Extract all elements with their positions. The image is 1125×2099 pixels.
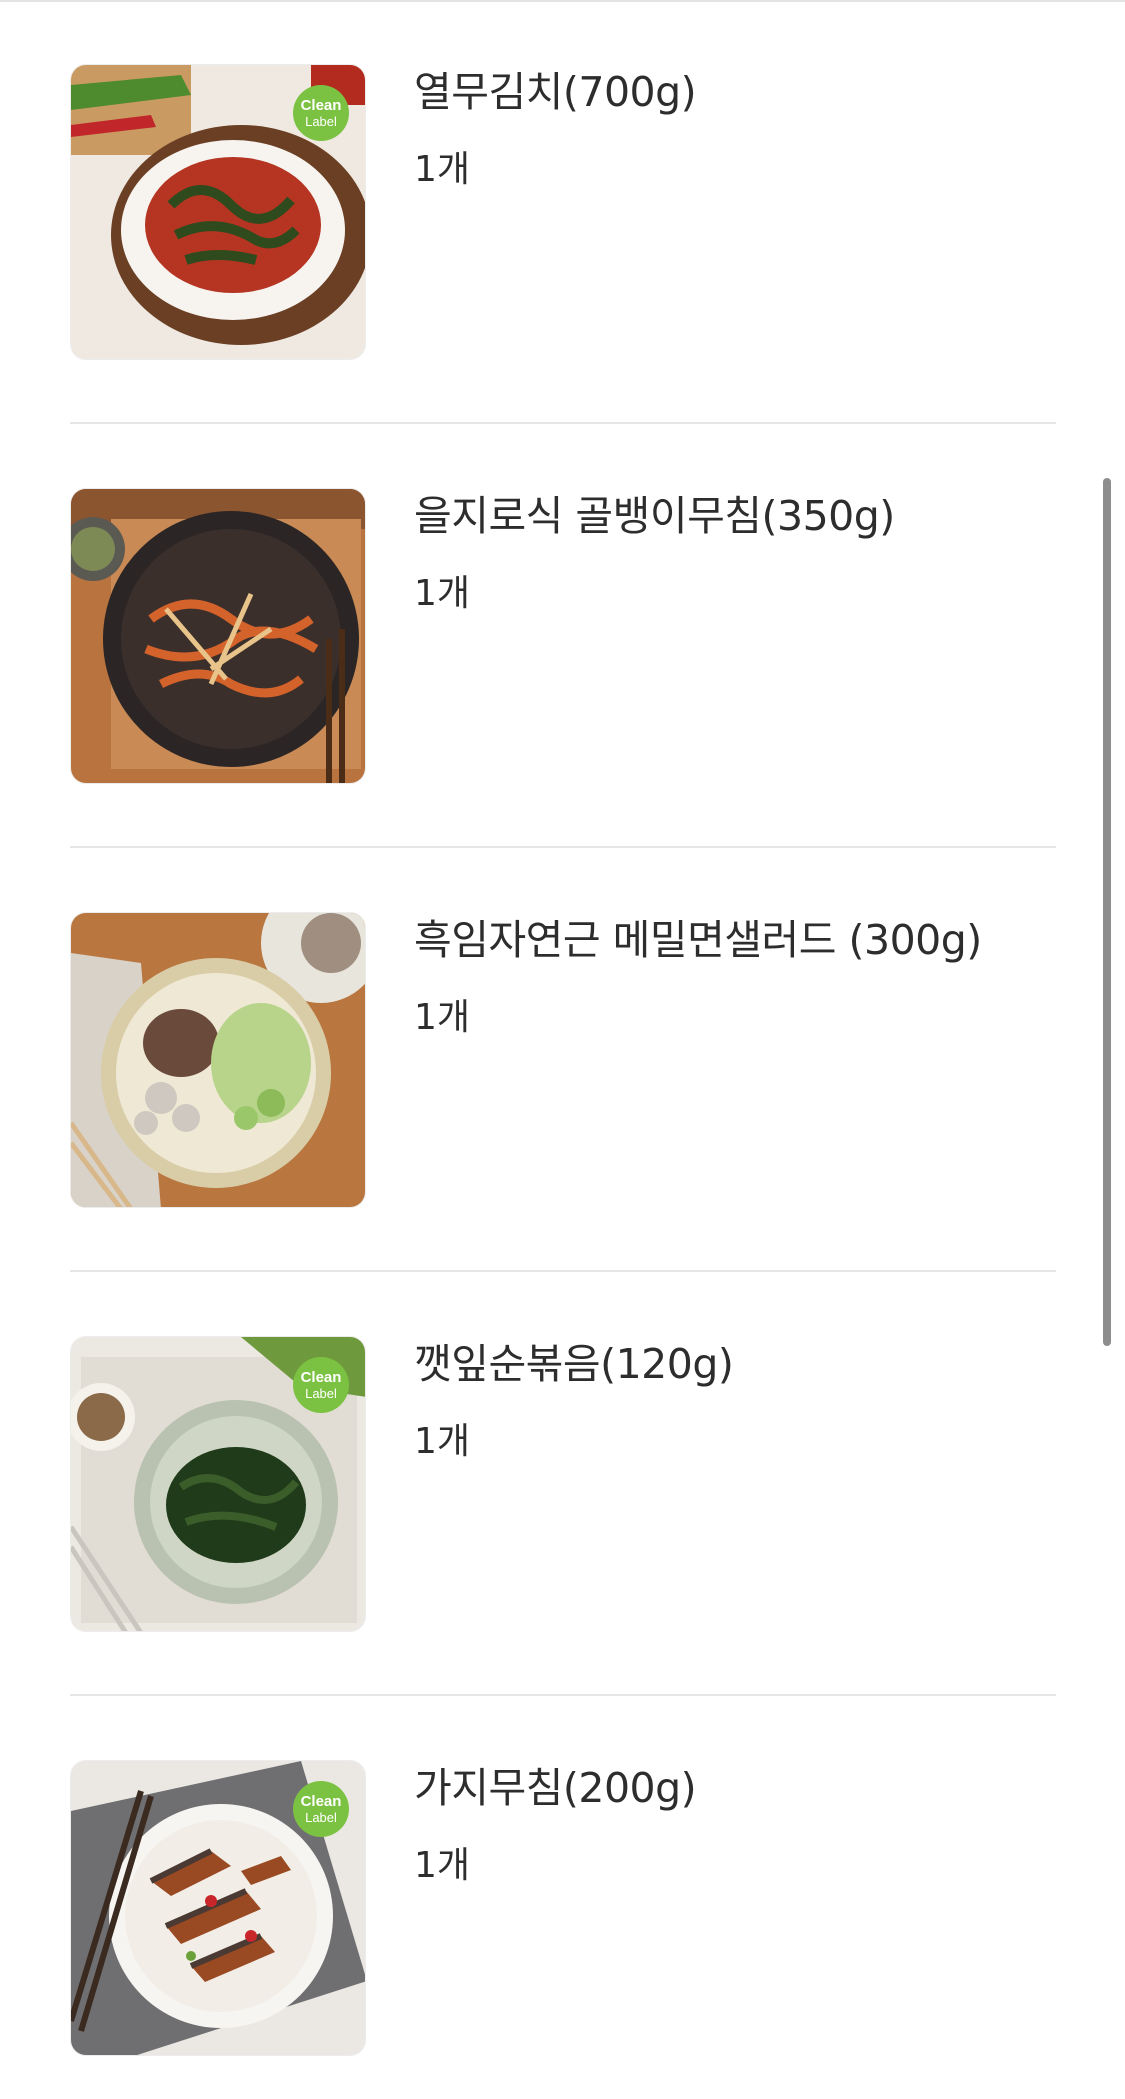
- list-item[interactable]: Clean Label 열무김치(700g) 1개: [70, 0, 1056, 424]
- product-title[interactable]: 가지무침(200g): [414, 1760, 697, 1816]
- badge-line2: Label: [305, 1386, 337, 1401]
- product-quantity: 1개: [414, 997, 471, 1038]
- list-item[interactable]: 흑임자연근 메밀면샐러드 (300g) 1개: [70, 848, 1056, 1272]
- product-quantity: 1개: [414, 1421, 471, 1462]
- product-quantity: 1개: [414, 149, 471, 190]
- product-title[interactable]: 흑임자연근 메밀면샐러드 (300g): [414, 912, 982, 968]
- product-image[interactable]: [70, 488, 366, 784]
- product-quantity: 1개: [414, 573, 471, 614]
- product-title[interactable]: 깻잎순볶음(120g): [414, 1336, 734, 1392]
- list-item[interactable]: Clean Label 깻잎순볶음(120g) 1개: [70, 1272, 1056, 1696]
- product-title[interactable]: 을지로식 골뱅이무침(350g): [414, 488, 895, 544]
- product-title[interactable]: 열무김치(700g): [414, 64, 697, 120]
- list-item[interactable]: 을지로식 골뱅이무침(350g) 1개: [70, 424, 1056, 848]
- scrollbar[interactable]: [1103, 478, 1111, 1346]
- badge-line1: Clean: [300, 97, 342, 114]
- product-image[interactable]: Clean Label: [70, 1760, 366, 2056]
- clean-label-badge: Clean Label: [293, 1357, 349, 1413]
- badge-line2: Label: [305, 1810, 337, 1825]
- product-image[interactable]: Clean Label: [70, 64, 366, 360]
- badge-line1: Clean: [300, 1369, 342, 1386]
- product-image[interactable]: Clean Label: [70, 1336, 366, 1632]
- clean-label-badge: Clean Label: [293, 85, 349, 141]
- badge-line2: Label: [305, 114, 337, 129]
- product-image[interactable]: [70, 912, 366, 1208]
- badge-line1: Clean: [300, 1793, 342, 1810]
- clean-label-badge: Clean Label: [293, 1781, 349, 1837]
- list-item[interactable]: Clean Label 가지무침(200g) 1개: [70, 1696, 1056, 2099]
- product-quantity: 1개: [414, 1845, 471, 1886]
